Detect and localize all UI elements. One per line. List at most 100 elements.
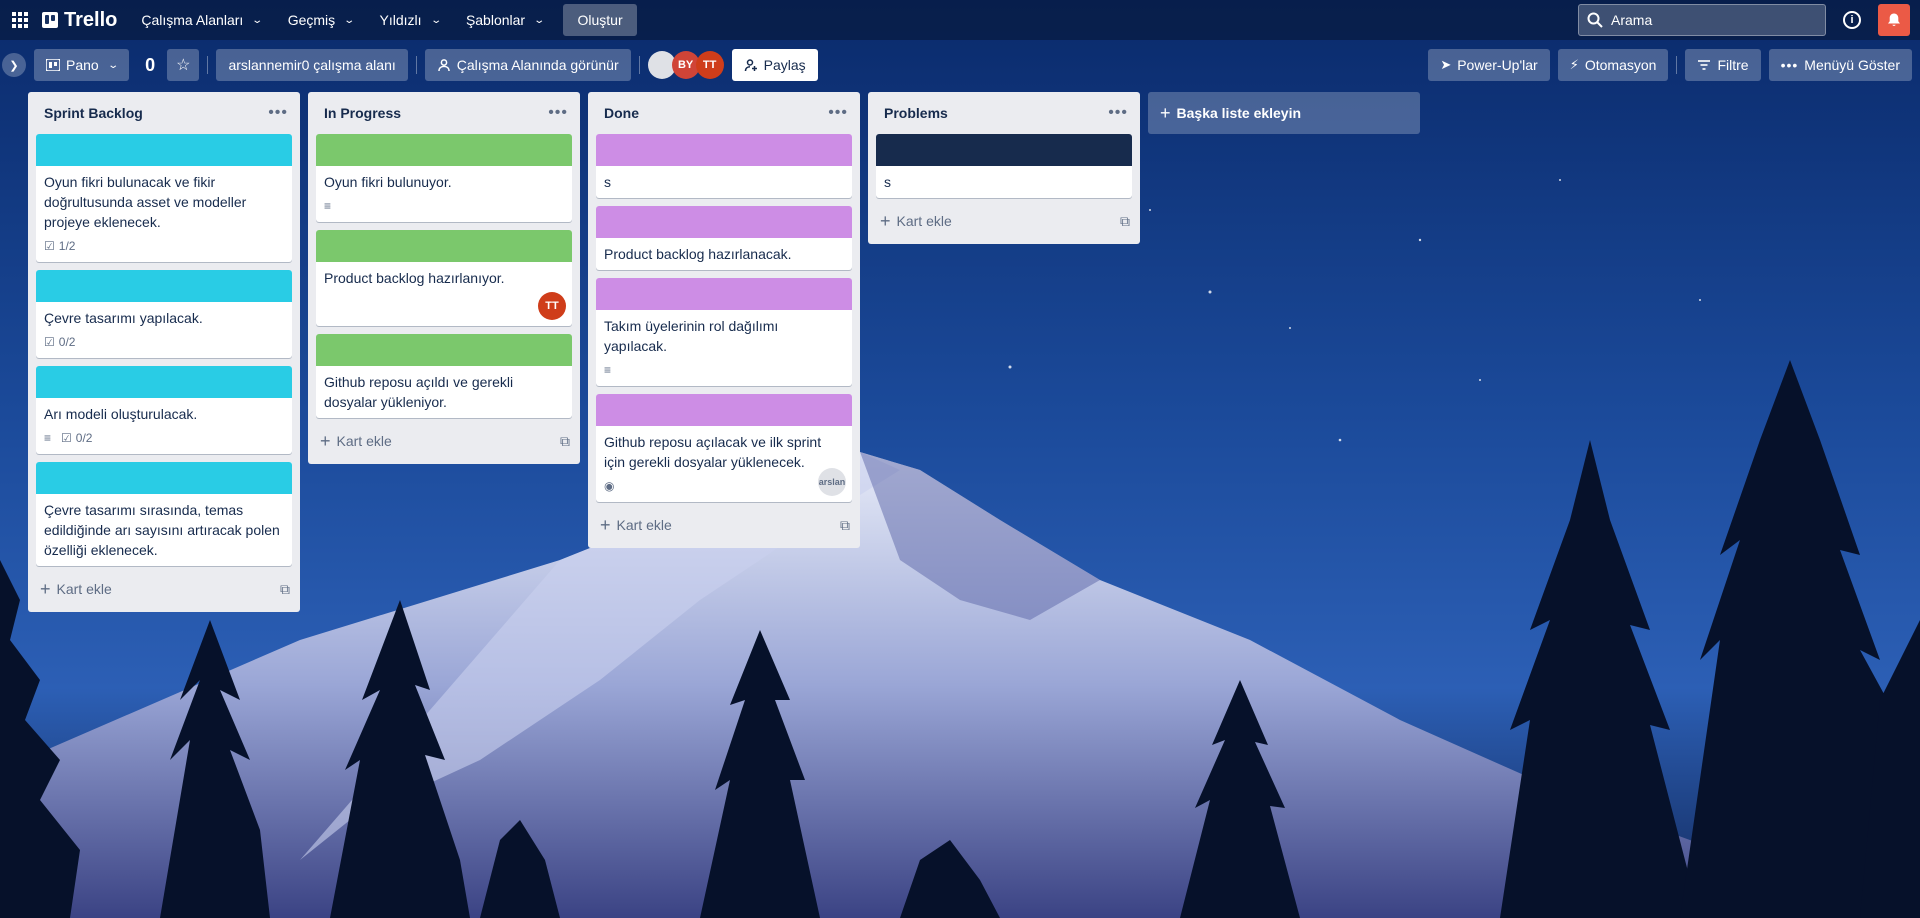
chevron-down-icon: ⌄ (429, 14, 442, 26)
nav-templates-menu[interactable]: Şablonlar ⌄ (456, 4, 554, 36)
info-button[interactable]: i (1836, 4, 1868, 36)
list-sprint-backlog: Sprint Backlog ••• Oyun fikri bulunacak … (28, 92, 300, 612)
card[interactable]: Oyun fikri bulunacak ve fikir doğrultusu… (36, 134, 292, 262)
plus-icon: + (320, 431, 331, 451)
card-member-avatar[interactable]: TT (538, 292, 566, 320)
chevron-down-icon: ⌄ (343, 14, 356, 26)
card[interactable]: Github reposu açıldı ve gerekli dosyalar… (316, 334, 572, 418)
checklist-badge: ☑ 1/2 (44, 239, 76, 253)
chevron-down-icon: ⌄ (107, 59, 119, 71)
nav-workspaces-menu[interactable]: Çalışma Alanları ⌄ (131, 4, 271, 36)
card[interactable]: s (876, 134, 1132, 198)
board-header: ❯ Pano ⌄ 0 ☆ arslannemir0 çalışma alanı … (0, 48, 1920, 82)
card-cover (316, 230, 572, 262)
description-icon: ≡ (604, 363, 612, 377)
list-problems: Problems ••• s + Kart ekle ⧉ (868, 92, 1140, 244)
chevron-down-icon: ⌄ (251, 14, 264, 26)
checkbox-icon: ☑ (44, 335, 55, 349)
create-button[interactable]: Oluştur (563, 4, 637, 36)
list-header[interactable]: Problems ••• (868, 92, 1140, 134)
list-menu-more-icon[interactable]: ••• (548, 104, 568, 122)
list-title[interactable]: Done (604, 105, 639, 121)
card[interactable]: Çevre tasarımı sırasında, temas edildiği… (36, 462, 292, 566)
card[interactable]: Arı modeli oluşturulacak. ≡ ☑ 0/2 (36, 366, 292, 454)
card-title: Product backlog hazırlanıyor. (324, 270, 505, 286)
filter-button[interactable]: Filtre (1685, 49, 1761, 81)
people-icon (438, 59, 450, 72)
card-title: Product backlog hazırlanacak. (604, 246, 792, 262)
card[interactable]: Çevre tasarımı yapılacak. ☑ 0/2 (36, 270, 292, 358)
card-cover (36, 270, 292, 302)
divider (415, 56, 417, 74)
star-icon: ☆ (176, 57, 191, 74)
more-icon: ••• (1780, 57, 1799, 73)
filter-icon (1698, 60, 1711, 70)
sidebar-toggle-chevron-right-icon[interactable]: ❯ (2, 53, 26, 77)
divider (1676, 56, 1678, 74)
nav-recent-menu[interactable]: Geçmiş ⌄ (278, 4, 364, 36)
card-title: Çevre tasarımı sırasında, temas edildiği… (44, 502, 280, 558)
app-switcher-icon[interactable] (10, 10, 30, 30)
card-cover (316, 134, 572, 166)
description-icon: ≡ (44, 431, 52, 445)
card[interactable]: s (596, 134, 852, 198)
notifications-button[interactable] (1878, 4, 1910, 36)
card[interactable]: Github reposu açılacak ve ilk sprint içi… (596, 394, 852, 502)
divider (638, 56, 640, 74)
card-cover (876, 134, 1132, 166)
list-title[interactable]: Sprint Backlog (44, 105, 143, 121)
info-icon: i (1843, 11, 1861, 29)
list-menu-more-icon[interactable]: ••• (1108, 104, 1128, 122)
divider (207, 56, 209, 74)
board-title[interactable]: 0 (137, 55, 163, 76)
card-title: Arı modeli oluşturulacak. (44, 406, 198, 422)
list-menu-more-icon[interactable]: ••• (268, 104, 288, 122)
card-cover (36, 462, 292, 494)
card-title: Takım üyelerinin rol dağılımı yapılacak. (604, 318, 779, 354)
checklist-badge: ☑ 0/2 (44, 335, 76, 349)
board-view-switcher[interactable]: Pano ⌄ (34, 49, 130, 81)
add-card-button[interactable]: + Kart ekle ⧉ (868, 206, 1140, 236)
checklist-badge: ☑ 0/2 (61, 431, 93, 445)
template-card-icon[interactable]: ⧉ (560, 433, 570, 450)
show-menu-button[interactable]: ••• Menüyü Göster (1768, 49, 1912, 81)
template-card-icon[interactable]: ⧉ (1120, 213, 1130, 230)
card-title: s (604, 174, 611, 190)
list-header[interactable]: In Progress ••• (308, 92, 580, 134)
card[interactable]: Takım üyelerinin rol dağılımı yapılacak.… (596, 278, 852, 386)
share-button[interactable]: Paylaş (731, 49, 818, 81)
chevron-down-icon: ⌄ (533, 14, 546, 26)
workspace-button[interactable]: arslannemir0 çalışma alanı (216, 49, 408, 81)
card[interactable]: Oyun fikri bulunuyor. ≡ (316, 134, 572, 222)
add-card-button[interactable]: + Kart ekle ⧉ (28, 574, 300, 604)
star-board-button[interactable]: ☆ (167, 49, 200, 81)
trello-logo-icon (42, 12, 58, 28)
template-card-icon[interactable]: ⧉ (280, 581, 290, 598)
card[interactable]: Product backlog hazırlanıyor. TT (316, 230, 572, 326)
nav-starred-menu[interactable]: Yıldızlı ⌄ (370, 4, 450, 36)
list-menu-more-icon[interactable]: ••• (828, 104, 848, 122)
power-ups-button[interactable]: ➤ Power-Up'lar (1428, 49, 1550, 81)
avatar-tt[interactable]: TT (695, 51, 724, 79)
add-card-button[interactable]: + Kart ekle ⧉ (308, 426, 580, 456)
list-header[interactable]: Sprint Backlog ••• (28, 92, 300, 134)
card-title: Çevre tasarımı yapılacak. (44, 310, 203, 326)
automation-button[interactable]: ⚡︎ Otomasyon (1557, 49, 1669, 81)
card-member-avatar[interactable]: arslan (818, 468, 846, 496)
add-list-button[interactable]: + Başka liste ekleyin (1148, 92, 1420, 134)
search-input[interactable] (1611, 12, 1811, 28)
search-box[interactable] (1578, 4, 1826, 36)
checkbox-icon: ☑ (61, 431, 72, 445)
trello-logo[interactable]: Trello (42, 9, 117, 32)
board-members: BY TT (647, 51, 724, 79)
list-in-progress: In Progress ••• Oyun fikri bulunuyor. ≡ … (308, 92, 580, 464)
card[interactable]: Product backlog hazırlanacak. (596, 206, 852, 270)
list-title[interactable]: Problems (884, 105, 948, 121)
list-header[interactable]: Done ••• (588, 92, 860, 134)
plus-icon: + (880, 211, 891, 231)
trello-logo-text: Trello (64, 8, 118, 31)
visibility-button[interactable]: Çalışma Alanında görünür (424, 49, 631, 81)
add-card-button[interactable]: + Kart ekle ⧉ (588, 510, 860, 540)
template-card-icon[interactable]: ⧉ (840, 517, 850, 534)
list-title[interactable]: In Progress (324, 105, 401, 121)
